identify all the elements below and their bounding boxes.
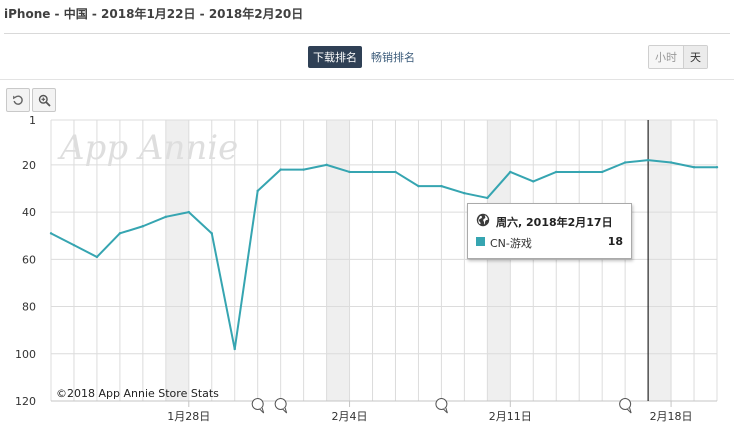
y-tick-label: 60	[22, 253, 36, 266]
globe-icon	[476, 213, 490, 227]
watermark: App Annie	[57, 128, 238, 168]
data-point	[394, 170, 397, 174]
credit-text: ©2018 App Annie Store Stats	[56, 387, 219, 400]
weekend-band	[487, 120, 511, 401]
tooltip-value: 18	[607, 235, 623, 248]
data-point	[187, 210, 190, 214]
data-point	[118, 232, 122, 235]
y-tick-label: 100	[15, 348, 36, 361]
tooltip-date: 周六, 2018年2月17日	[496, 216, 613, 229]
data-point	[164, 215, 168, 219]
tooltip-series-swatch	[476, 237, 485, 246]
weekend-band	[326, 120, 350, 401]
event-marker-icon[interactable]	[251, 398, 265, 414]
data-point	[509, 170, 512, 174]
data-point	[715, 166, 719, 169]
data-point	[486, 196, 489, 200]
data-point	[95, 255, 99, 259]
data-point	[669, 161, 673, 164]
data-point	[302, 168, 305, 171]
data-point	[440, 184, 443, 188]
y-tick-label: 40	[22, 206, 36, 219]
data-point	[555, 170, 558, 174]
y-tick-label: 1	[29, 114, 36, 127]
data-point	[210, 232, 213, 235]
data-point	[141, 225, 145, 228]
event-marker-icon[interactable]	[435, 398, 448, 414]
x-tick-label: 2月11日	[489, 410, 532, 423]
data-point	[623, 161, 627, 164]
data-point	[646, 158, 650, 162]
event-marker-icon[interactable]	[619, 398, 632, 414]
data-point	[578, 170, 581, 174]
data-point	[325, 163, 328, 167]
data-point	[49, 232, 53, 235]
x-tick-label: 2月4日	[332, 410, 368, 423]
event-marker-bubble	[274, 398, 287, 410]
data-point	[348, 170, 351, 174]
event-marker-bubble	[435, 398, 448, 410]
data-point	[371, 170, 374, 174]
data-point	[279, 168, 282, 171]
data-point	[233, 347, 236, 351]
data-point	[256, 189, 259, 193]
x-tick-label: 1月28日	[167, 410, 210, 423]
event-marker-bubble	[251, 398, 264, 410]
event-marker-bubble	[619, 398, 632, 410]
x-tick-label: 2月18日	[650, 410, 693, 423]
data-point	[600, 170, 604, 174]
data-point	[463, 192, 466, 195]
data-point	[417, 184, 420, 188]
y-tick-label: 120	[15, 395, 36, 408]
data-point	[692, 166, 696, 169]
tooltip-series-name: CN-游戏	[490, 237, 532, 250]
event-marker-icon[interactable]	[274, 398, 288, 414]
data-point	[72, 243, 76, 247]
y-tick-label: 80	[22, 301, 36, 314]
y-tick-label: 20	[22, 159, 36, 172]
data-point	[532, 180, 535, 183]
data-tooltip: 周六, 2018年2月17日 CN-游戏 18	[467, 203, 632, 259]
